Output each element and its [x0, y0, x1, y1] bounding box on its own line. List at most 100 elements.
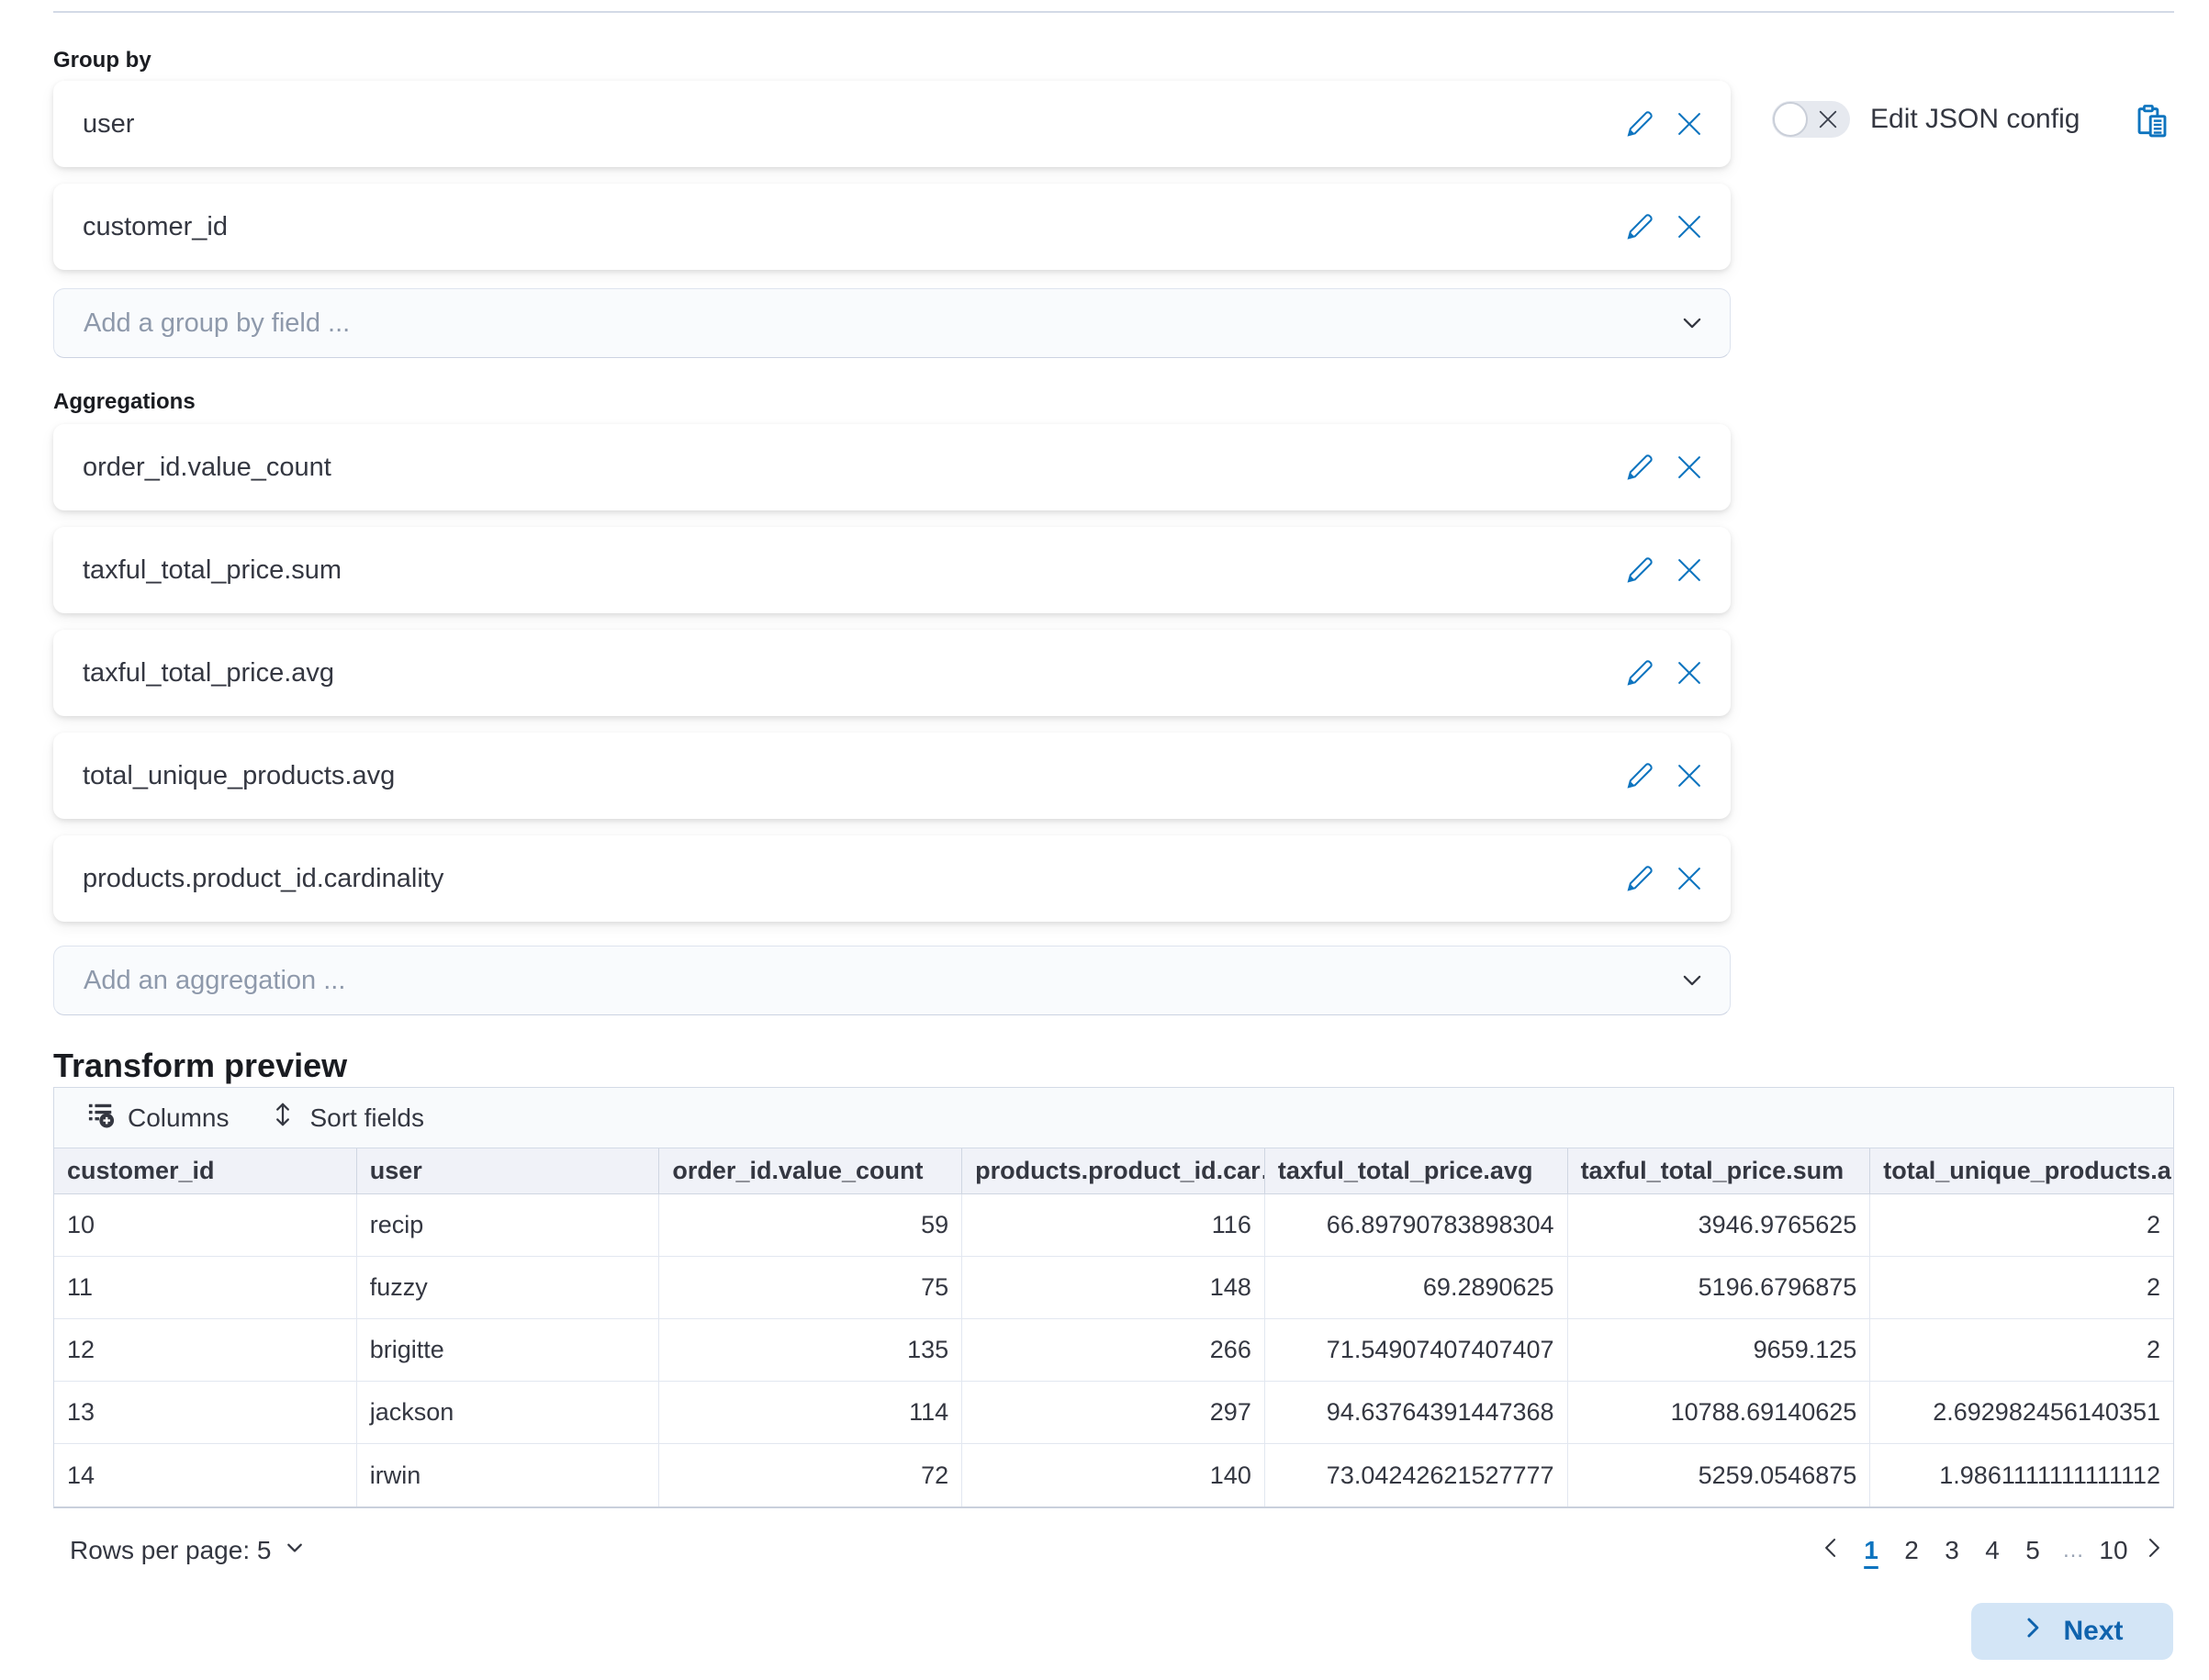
aggregation-value: products.product_id.cardinality — [83, 864, 1604, 894]
add-aggregation-combobox[interactable]: Add an aggregation ... — [53, 946, 1731, 1015]
cell-customer-id: 13 — [54, 1382, 357, 1444]
column-header[interactable]: order_id.value_count — [659, 1148, 962, 1194]
cell-price-avg: 66.89790783898304 — [1265, 1194, 1568, 1257]
columns-button-label: Columns — [128, 1103, 229, 1133]
group-by-field-card: customer_id — [53, 184, 1731, 270]
edit-aggregation-button[interactable] — [1626, 762, 1654, 790]
edit-aggregation-button[interactable] — [1626, 556, 1654, 584]
column-header[interactable]: total_unique_products.a… — [1870, 1148, 2173, 1194]
edit-aggregation-button[interactable] — [1626, 454, 1654, 481]
pencil-icon — [1626, 865, 1654, 892]
chevron-down-icon — [1680, 311, 1704, 335]
cell-price-avg: 71.54907407407407 — [1265, 1319, 1568, 1382]
pencil-icon — [1626, 556, 1654, 584]
page-number-button[interactable]: 3 — [1932, 1529, 1972, 1573]
page-number-button[interactable]: 1 — [1851, 1529, 1891, 1573]
edit-aggregation-button[interactable] — [1626, 659, 1654, 687]
cell-user: jackson — [357, 1382, 660, 1444]
sortable-icon — [269, 1101, 309, 1135]
transform-wizard-page: Group by user customer_id Add a group by… — [0, 0, 2209, 1680]
next-button[interactable]: Next — [1971, 1603, 2173, 1660]
table-row: 13 jackson 114 297 94.63764391447368 107… — [54, 1382, 2173, 1444]
rows-per-page-button[interactable]: Rows per page: 5 — [53, 1536, 306, 1565]
page-number-button[interactable]: 5 — [2013, 1529, 2053, 1573]
aggregation-card: total_unique_products.avg — [53, 733, 1731, 819]
cross-icon — [1676, 110, 1703, 138]
edit-group-by-button[interactable] — [1626, 110, 1654, 138]
transform-preview-title: Transform preview — [53, 1047, 2174, 1085]
add-group-by-combobox[interactable]: Add a group by field ... — [53, 288, 1731, 358]
chevron-down-icon — [1680, 969, 1704, 992]
add-group-by-placeholder: Add a group by field ... — [84, 308, 1680, 339]
aggregation-card: taxful_total_price.avg — [53, 630, 1731, 716]
remove-group-by-button[interactable] — [1676, 213, 1703, 241]
grid-toolbar: Columns Sort fields — [54, 1088, 2173, 1148]
cell-product-cardinality: 266 — [962, 1319, 1265, 1382]
cross-icon — [1676, 762, 1703, 790]
cell-product-cardinality: 140 — [962, 1444, 1265, 1506]
cell-user: irwin — [357, 1444, 660, 1506]
clipboard-copy-icon — [2136, 130, 2169, 144]
remove-aggregation-button[interactable] — [1676, 865, 1703, 892]
next-page-button[interactable] — [2134, 1529, 2174, 1573]
page-number-button[interactable]: 2 — [1891, 1529, 1932, 1573]
cross-icon — [1676, 213, 1703, 241]
cell-order-count: 59 — [659, 1194, 962, 1257]
table-row: 12 brigitte 135 266 71.54907407407407 96… — [54, 1319, 2173, 1382]
cell-price-sum: 5259.0546875 — [1568, 1444, 1871, 1506]
cell-unique-products-avg: 2 — [1870, 1319, 2173, 1382]
table-row: 10 recip 59 116 66.89790783898304 3946.9… — [54, 1194, 2173, 1257]
cell-customer-id: 11 — [54, 1257, 357, 1319]
column-header[interactable]: customer_id — [54, 1148, 357, 1194]
main-column: Group by user customer_id Add a group by… — [53, 0, 2174, 1576]
remove-aggregation-button[interactable] — [1676, 762, 1703, 790]
copy-config-button[interactable] — [2136, 103, 2169, 141]
remove-aggregation-button[interactable] — [1676, 556, 1703, 584]
chevron-down-icon — [271, 1536, 306, 1565]
cross-icon — [1676, 556, 1703, 584]
aggregation-card: order_id.value_count — [53, 424, 1731, 510]
cell-price-avg: 94.63764391447368 — [1265, 1382, 1568, 1444]
aggregation-card: products.product_id.cardinality — [53, 835, 1731, 922]
remove-group-by-button[interactable] — [1676, 110, 1703, 138]
column-header[interactable]: user — [357, 1148, 660, 1194]
toggle-thumb — [1773, 102, 1808, 137]
cell-order-count: 75 — [659, 1257, 962, 1319]
cell-product-cardinality: 297 — [962, 1382, 1265, 1444]
pencil-icon — [1626, 454, 1654, 481]
column-header[interactable]: taxful_total_price.sum — [1568, 1148, 1871, 1194]
aggregation-value: order_id.value_count — [83, 453, 1604, 483]
table-row: 14 irwin 72 140 73.04242621527777 5259.0… — [54, 1444, 2173, 1506]
pagination: 1 2 3 4 5 … 10 — [1811, 1529, 2174, 1573]
cell-product-cardinality: 116 — [962, 1194, 1265, 1257]
edit-aggregation-button[interactable] — [1626, 865, 1654, 892]
pencil-icon — [1626, 762, 1654, 790]
remove-aggregation-button[interactable] — [1676, 659, 1703, 687]
grid-header-row: customer_id user order_id.value_count pr… — [54, 1148, 2173, 1194]
aggregations-label: Aggregations — [53, 389, 2174, 415]
aggregation-card: taxful_total_price.sum — [53, 527, 1731, 613]
column-header[interactable]: products.product_id.car… — [962, 1148, 1265, 1194]
cell-customer-id: 12 — [54, 1319, 357, 1382]
column-header[interactable]: taxful_total_price.avg — [1265, 1148, 1568, 1194]
top-divider — [53, 11, 2174, 13]
page-number-button[interactable]: 4 — [1972, 1529, 2013, 1573]
cell-unique-products-avg: 2 — [1870, 1194, 2173, 1257]
edit-json-config-label: Edit JSON config — [1870, 104, 2080, 135]
edit-group-by-button[interactable] — [1626, 213, 1654, 241]
pagination-ellipsis: … — [2053, 1529, 2093, 1573]
cross-icon — [1676, 454, 1703, 481]
page-number-button[interactable]: 10 — [2093, 1529, 2134, 1573]
grid-footer: Rows per page: 5 1 2 3 4 5 … 10 — [53, 1525, 2174, 1576]
previous-page-button[interactable] — [1811, 1529, 1851, 1573]
sort-fields-button[interactable]: Sort fields — [269, 1101, 424, 1135]
cell-customer-id: 14 — [54, 1444, 357, 1506]
edit-json-config-toggle[interactable] — [1772, 101, 1850, 138]
cell-user: fuzzy — [357, 1257, 660, 1319]
group-by-label: Group by — [53, 48, 2174, 73]
columns-button[interactable]: Columns — [87, 1101, 229, 1135]
chevron-left-icon — [1819, 1536, 1843, 1566]
remove-aggregation-button[interactable] — [1676, 454, 1703, 481]
cell-price-avg: 69.2890625 — [1265, 1257, 1568, 1319]
rows-per-page-label: Rows per page: 5 — [70, 1536, 271, 1565]
